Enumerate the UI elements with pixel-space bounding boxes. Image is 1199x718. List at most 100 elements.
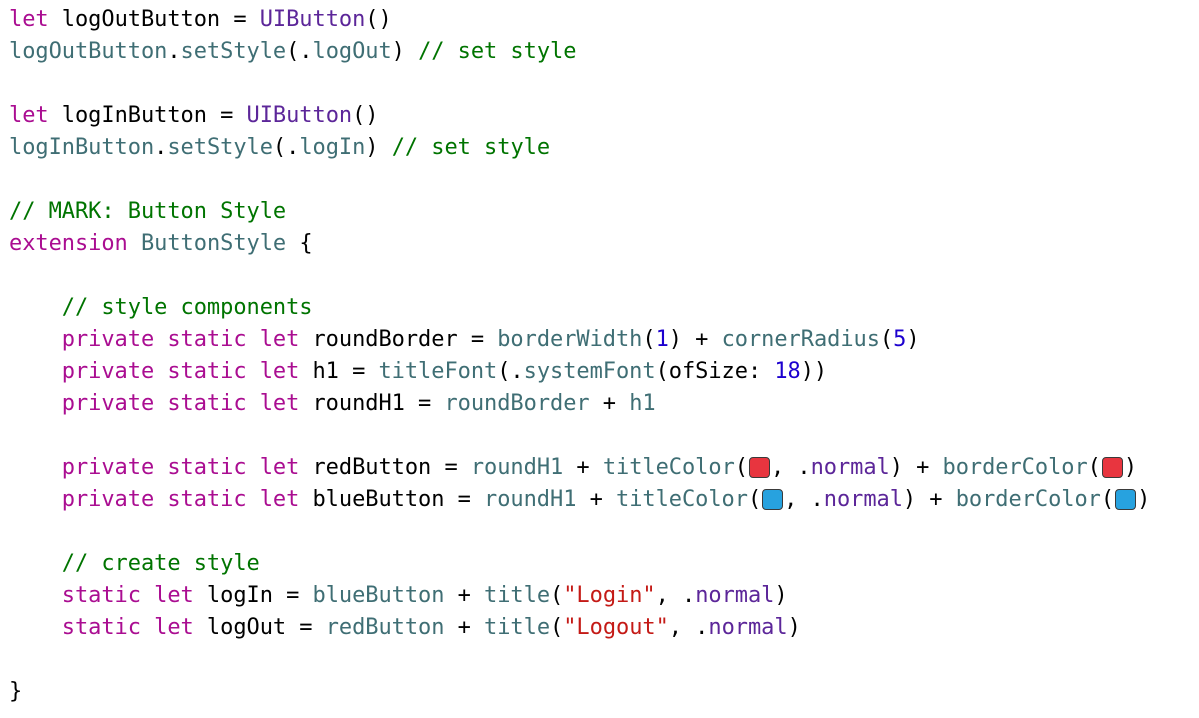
- comment-token: // create style: [61, 551, 260, 576]
- code-line[interactable]: extension ButtonStyle {: [9, 228, 1199, 260]
- identifier-token: systemFont: [523, 359, 656, 384]
- plain-token: .: [154, 135, 168, 160]
- identifier-token: setStyle: [180, 39, 287, 64]
- code-line[interactable]: private static let redButton = roundH1 +…: [9, 452, 1199, 484]
- plain-token: (.: [286, 39, 313, 64]
- plain-token: +: [576, 487, 616, 512]
- plain-token: (: [747, 487, 762, 512]
- identifier-token: roundH1: [484, 487, 577, 512]
- blank-code-line[interactable]: [9, 164, 1199, 196]
- plain-token: )): [800, 359, 828, 384]
- blue-color-swatch-icon[interactable]: [1115, 489, 1137, 510]
- keyword-token: let: [9, 103, 49, 128]
- identifier-token: blueButton: [312, 583, 445, 608]
- identifier-token: logIn: [299, 135, 366, 160]
- code-editor[interactable]: let logOutButton = UIButton() logOutButto…: [9, 4, 1199, 718]
- plain-token: logIn =: [193, 583, 313, 608]
- blue-color-swatch-icon[interactable]: [762, 489, 784, 510]
- identifier-token: logInButton: [9, 135, 155, 160]
- enum-member-token: normal: [823, 487, 903, 512]
- plain-token: +: [589, 391, 630, 416]
- blank-code-line[interactable]: [9, 260, 1199, 292]
- keyword-token: private static let: [61, 327, 300, 352]
- code-line[interactable]: // MARK: Button Style: [9, 196, 1199, 228]
- code-line[interactable]: private static let roundBorder = borderW…: [9, 324, 1199, 356]
- plain-token: (: [1087, 455, 1101, 480]
- string-literal-token: "Logout": [563, 615, 669, 640]
- plain-token: h1 =: [299, 359, 379, 384]
- blank-code-line[interactable]: [9, 420, 1199, 452]
- plain-token: +: [444, 615, 485, 640]
- plain-token: (): [352, 103, 379, 128]
- keyword-token: private static let: [61, 487, 300, 512]
- plain-token: (: [550, 615, 564, 640]
- code-line[interactable]: // create style: [9, 548, 1199, 580]
- code-line[interactable]: // style components: [9, 292, 1199, 324]
- code-line[interactable]: private static let roundH1 = roundBorder…: [9, 388, 1199, 420]
- keyword-token: private static let: [61, 359, 300, 384]
- identifier-token: borderColor: [955, 487, 1101, 512]
- identifier-token: borderColor: [942, 455, 1088, 480]
- identifier-token: redButton: [325, 615, 445, 640]
- keyword-token: let: [9, 7, 49, 32]
- code-line[interactable]: private static let h1 = titleFont(.syste…: [9, 356, 1199, 388]
- plain-token: logInButton =: [48, 103, 247, 128]
- enum-member-token: normal: [810, 455, 890, 480]
- plain-token: ) +: [668, 327, 722, 352]
- plain-token: , .: [655, 583, 696, 608]
- plain-token: , .: [770, 455, 811, 480]
- code-line[interactable]: let logOutButton = UIButton(): [9, 4, 1199, 36]
- keyword-token: static let: [61, 615, 194, 640]
- red-color-swatch-icon[interactable]: [1101, 457, 1123, 478]
- red-color-swatch-icon[interactable]: [748, 457, 770, 478]
- keyword-token: static let: [61, 583, 194, 608]
- code-line[interactable]: let logInButton = UIButton(): [9, 100, 1199, 132]
- plain-token: ) +: [902, 487, 956, 512]
- identifier-token: roundH1: [470, 455, 564, 480]
- identifier-token: title: [484, 615, 551, 640]
- plain-token: blueButton =: [299, 487, 485, 512]
- identifier-token: ButtonStyle: [140, 231, 287, 256]
- code-line[interactable]: logInButton.setStyle(.logIn) // set styl…: [9, 132, 1199, 164]
- comment-token: // set style: [391, 135, 551, 160]
- plain-token: (: [1100, 487, 1115, 512]
- plain-token: +: [444, 583, 485, 608]
- blank-code-line[interactable]: [9, 644, 1199, 676]
- plain-token: roundBorder =: [299, 327, 498, 352]
- number-literal-token: 18: [774, 359, 801, 384]
- plain-token: (.: [497, 359, 524, 384]
- keyword-token: private static let: [61, 455, 300, 480]
- comment-token: // set style: [418, 39, 577, 64]
- plain-token: (: [550, 583, 564, 608]
- code-line[interactable]: static let logOut = redButton + title("L…: [9, 612, 1199, 644]
- code-line[interactable]: }: [9, 676, 1199, 708]
- blank-code-line[interactable]: [9, 68, 1199, 100]
- identifier-token: setStyle: [167, 135, 273, 160]
- plain-token: , .: [668, 615, 709, 640]
- plain-token: (: [642, 327, 656, 352]
- plain-token: ): [365, 135, 392, 160]
- code-line[interactable]: private static let blueButton = roundH1 …: [9, 484, 1199, 516]
- type-token: UIButton: [246, 103, 353, 128]
- code-line[interactable]: static let logIn = blueButton + title("L…: [9, 580, 1199, 612]
- identifier-token: h1: [629, 391, 656, 416]
- number-literal-token: 1: [655, 327, 669, 352]
- identifier-token: title: [484, 583, 551, 608]
- keyword-token: private static let: [61, 391, 300, 416]
- comment-token: // style components: [61, 295, 313, 320]
- code-line[interactable]: logOutButton.setStyle(.logOut) // set st…: [9, 36, 1199, 68]
- blank-code-line[interactable]: [9, 516, 1199, 548]
- identifier-token: logOut: [312, 39, 392, 64]
- comment-token: // MARK: Button Style: [9, 199, 287, 224]
- enum-member-token: normal: [695, 583, 775, 608]
